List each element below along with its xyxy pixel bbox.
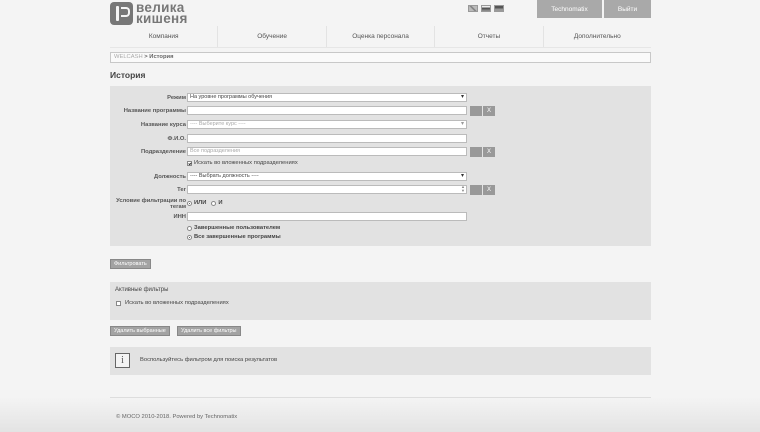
active-filters-panel: Активные фильтры Искать во вложенных под… xyxy=(110,282,651,320)
division-label: Подразделение xyxy=(140,149,186,155)
nav-item-reports[interactable]: Отчеты xyxy=(435,26,544,47)
program-label: Название программы xyxy=(123,108,186,114)
mode-select[interactable]: На уровне программы обучения xyxy=(187,93,467,102)
tag-select-button[interactable] xyxy=(470,185,482,195)
all-completed-row[interactable]: Все завершенные программы xyxy=(187,234,281,240)
position-label: Должность xyxy=(154,174,186,180)
nested-checkbox-row[interactable]: Искать во вложенных подразделениях xyxy=(187,160,298,166)
tag-input[interactable]: ▲ ▼ xyxy=(187,185,467,194)
completed-users-row[interactable]: Завершенные пользователем xyxy=(187,225,280,231)
page-title: История xyxy=(110,70,146,80)
active-filters-title: Активные фильтры xyxy=(115,287,169,293)
division-input[interactable]: Все подразделения xyxy=(187,147,467,156)
ua-flag-icon[interactable] xyxy=(494,5,504,12)
position-select[interactable]: ---- Выбрать должность ---- xyxy=(187,172,467,181)
logo-mark-icon xyxy=(110,1,133,25)
logout-button[interactable]: Выйти xyxy=(604,0,651,18)
course-label: Название курса xyxy=(140,122,186,128)
mode-label: Режим xyxy=(167,95,186,101)
delete-selected-button[interactable]: Удалить выбранные xyxy=(110,326,170,336)
inn-label: ИНН xyxy=(173,214,186,220)
footer: © MOCO 2010-2018. Powered by Technomatix xyxy=(0,397,760,432)
tag-condition-group: ИЛИ И xyxy=(187,200,223,206)
info-box: i Воспользуйтесь фильтром для поиска рез… xyxy=(110,347,651,375)
nested-checkbox[interactable] xyxy=(187,160,192,166)
tag-clear-button[interactable]: X xyxy=(483,185,495,195)
division-select-button[interactable] xyxy=(470,147,482,157)
course-select[interactable]: ---- Выберите курс ---- xyxy=(187,120,467,129)
tag-or-label: ИЛИ xyxy=(194,200,207,206)
delete-all-filters-button[interactable]: Удалить все фильтры xyxy=(177,326,241,336)
logo-line2: кишеня xyxy=(136,11,188,26)
inn-input[interactable] xyxy=(187,212,467,221)
filter-panel: Режим На уровне программы обучения Назва… xyxy=(110,86,651,246)
program-input[interactable] xyxy=(187,106,467,115)
completed-users-radio[interactable] xyxy=(187,225,192,231)
logo-text: велика кишеня xyxy=(136,1,188,26)
fio-label: Ф.И.О. xyxy=(167,136,186,142)
division-clear-button[interactable]: X xyxy=(483,147,495,157)
completed-users-label: Завершенные пользователем xyxy=(194,225,281,231)
info-text: Воспользуйтесь фильтром для поиска резул… xyxy=(140,357,278,363)
nav-item-additional[interactable]: Дополнительно xyxy=(544,26,651,47)
tag-condition-label: Условие фильтрации по тегам xyxy=(116,198,186,210)
nav-item-company[interactable]: Компания xyxy=(110,26,219,47)
tag-and-label: И xyxy=(218,200,223,206)
company-button[interactable]: Technomatix xyxy=(537,0,602,18)
all-completed-radio[interactable] xyxy=(187,234,192,240)
footer-divider xyxy=(110,397,651,398)
breadcrumb-root[interactable]: WELCASH xyxy=(114,54,143,60)
active-filter-label: Искать во вложенных подразделениях xyxy=(125,300,229,306)
all-completed-label: Все завершенные программы xyxy=(194,234,281,240)
nested-checkbox-label: Искать во вложенных подразделениях xyxy=(194,160,298,166)
ru-flag-icon[interactable] xyxy=(481,5,491,12)
active-filter-checkbox[interactable] xyxy=(116,300,121,306)
tag-and-radio[interactable] xyxy=(211,200,217,206)
footer-copyright: © MOCO 2010-2018. Powered by Technomatix xyxy=(116,414,238,420)
gb-flag-icon[interactable] xyxy=(468,5,478,12)
language-switcher xyxy=(468,5,504,12)
program-select-button[interactable] xyxy=(470,106,482,116)
logo[interactable]: велика кишеня xyxy=(110,1,188,25)
breadcrumb-current: История xyxy=(149,54,174,60)
breadcrumb: WELCASH > История xyxy=(110,52,651,63)
program-clear-button[interactable]: X xyxy=(483,106,495,116)
page: велика кишеня Technomatix Выйти Компания… xyxy=(0,0,760,432)
nav-item-learning[interactable]: Обучение xyxy=(218,26,327,47)
info-icon: i xyxy=(115,353,130,368)
filter-button[interactable]: Фильтровать xyxy=(110,259,151,269)
tag-label: Тег xyxy=(177,187,186,193)
fio-input[interactable] xyxy=(187,134,467,143)
tag-or-radio[interactable] xyxy=(187,200,192,206)
active-filter-item[interactable]: Искать во вложенных подразделениях xyxy=(116,300,229,306)
main-nav: Компания Обучение Оценка персонала Отчет… xyxy=(110,26,651,48)
nav-item-assessment[interactable]: Оценка персонала xyxy=(327,26,436,47)
tag-spinner-icon[interactable]: ▲ ▼ xyxy=(461,185,465,193)
